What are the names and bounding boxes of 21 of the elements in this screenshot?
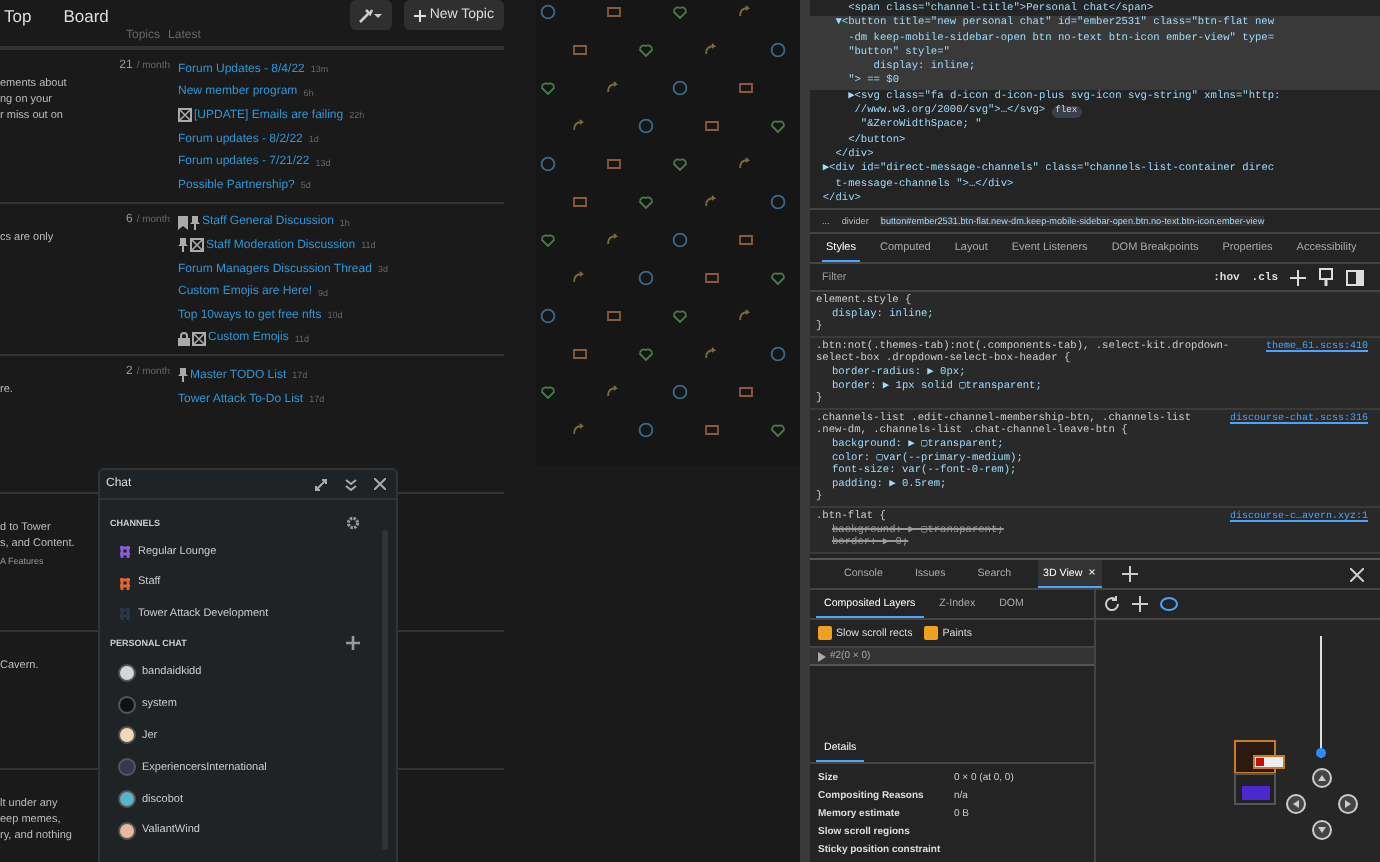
layers-drawing — [1234, 740, 1286, 806]
expand-icon[interactable] — [314, 477, 328, 491]
checkbox[interactable] — [818, 626, 832, 640]
wrench-button[interactable] — [349, 0, 392, 30]
expand-arrow-icon[interactable] — [818, 651, 826, 661]
collapse-icon[interactable] — [344, 477, 358, 491]
nav-link[interactable]: Top — [4, 5, 32, 25]
reset-icon[interactable] — [1104, 596, 1120, 612]
close-icon[interactable] — [1350, 567, 1364, 581]
wrench-icon — [358, 7, 383, 23]
paint-icon[interactable] — [1318, 268, 1334, 286]
navigation-pad-drawing[interactable] — [1286, 768, 1358, 840]
plus-icon — [413, 9, 426, 21]
plus-icon[interactable] — [346, 636, 360, 650]
sidebar-icon[interactable] — [1346, 269, 1364, 285]
nav-link[interactable]: Board — [63, 5, 109, 25]
zoom-slider[interactable] — [1316, 636, 1326, 758]
checkbox[interactable] — [924, 626, 939, 640]
add-tab-icon[interactable] — [1121, 566, 1138, 582]
settings-icon[interactable] — [346, 515, 360, 529]
close-icon[interactable] — [374, 478, 386, 490]
